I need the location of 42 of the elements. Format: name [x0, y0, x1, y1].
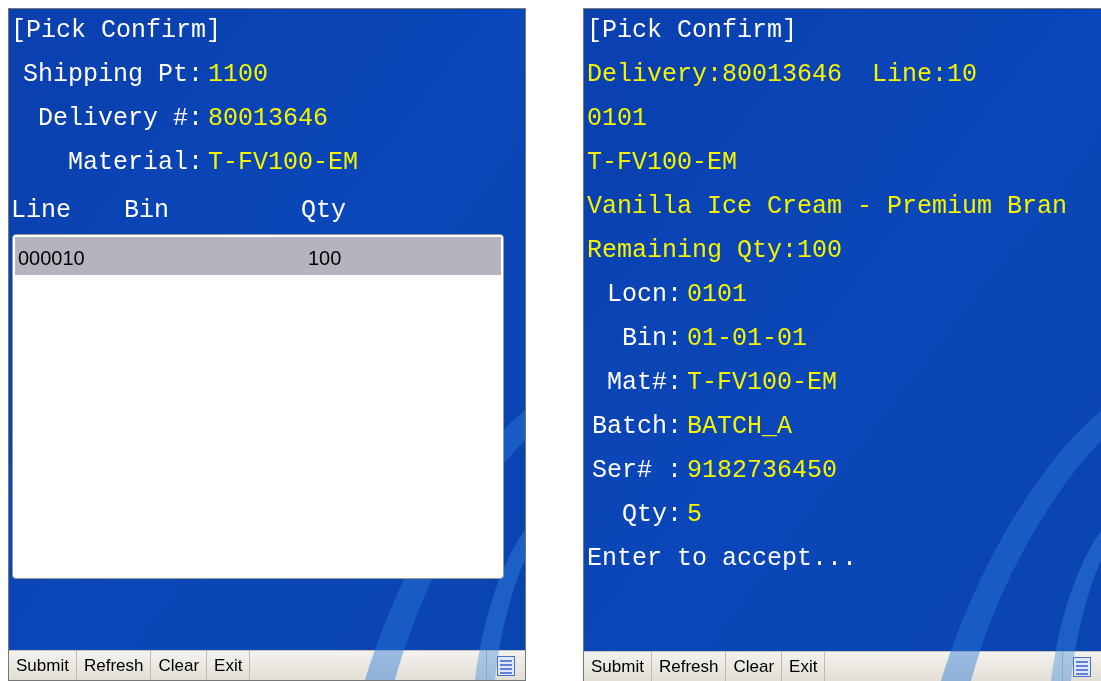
screen-title: [Pick Confirm]	[587, 15, 798, 48]
screen-title: [Pick Confirm]	[11, 15, 222, 48]
info-line: Vanilla Ice Cream - Premium Bran	[587, 191, 1068, 224]
softkey-button[interactable]: Clear	[151, 651, 208, 680]
list-row[interactable]: 000010 100	[15, 237, 501, 275]
field-label: Batch:	[591, 411, 682, 444]
softkey-button[interactable]: Refresh	[651, 652, 727, 681]
column-header: Qty	[301, 195, 346, 227]
softkey-button[interactable]: Submit	[9, 651, 77, 680]
row-cell-text: 000010	[18, 246, 85, 271]
softkey-button[interactable]: Submit	[584, 652, 652, 681]
info-line: Delivery:80013646 Line:10	[587, 59, 978, 92]
field-label: Locn:	[606, 279, 682, 312]
field-value: 80013646	[208, 103, 329, 136]
field-value: 5	[687, 499, 702, 532]
menu-icon[interactable]	[1073, 656, 1091, 677]
field-value: T-FV100-EM	[687, 367, 838, 400]
field-value: 1100	[208, 59, 268, 92]
field-label: Mat#:	[606, 367, 682, 400]
field-label: Qty:	[621, 499, 682, 532]
field-value: 0101	[687, 279, 747, 312]
column-header: Line	[11, 195, 71, 227]
softkey-button[interactable]: Clear	[726, 652, 783, 681]
field-label: Ser# :	[591, 455, 682, 488]
info-line: Remaining Qty:100	[587, 235, 843, 268]
field-label: Material:	[66, 147, 203, 180]
field-value: T-FV100-EM	[208, 147, 359, 180]
field-label: Delivery #:	[36, 103, 203, 136]
field-value: 9182736450	[687, 455, 838, 488]
menu-icon[interactable]	[497, 655, 515, 676]
field-label: Bin:	[621, 323, 682, 356]
info-line: 0101	[587, 103, 647, 136]
softkey-button[interactable]: Refresh	[76, 651, 152, 680]
field-value: BATCH_A	[687, 411, 793, 444]
field-value: 01-01-01	[687, 323, 808, 356]
column-header: Bin	[124, 195, 169, 227]
row-cell-text: 100	[308, 246, 342, 271]
softkey-button[interactable]: Exit	[782, 652, 826, 681]
field-label: Shipping Pt:	[21, 59, 203, 92]
prompt-text: Enter to accept...	[587, 543, 858, 576]
softkey-button[interactable]: Exit	[207, 651, 251, 680]
info-line: T-FV100-EM	[587, 147, 738, 180]
